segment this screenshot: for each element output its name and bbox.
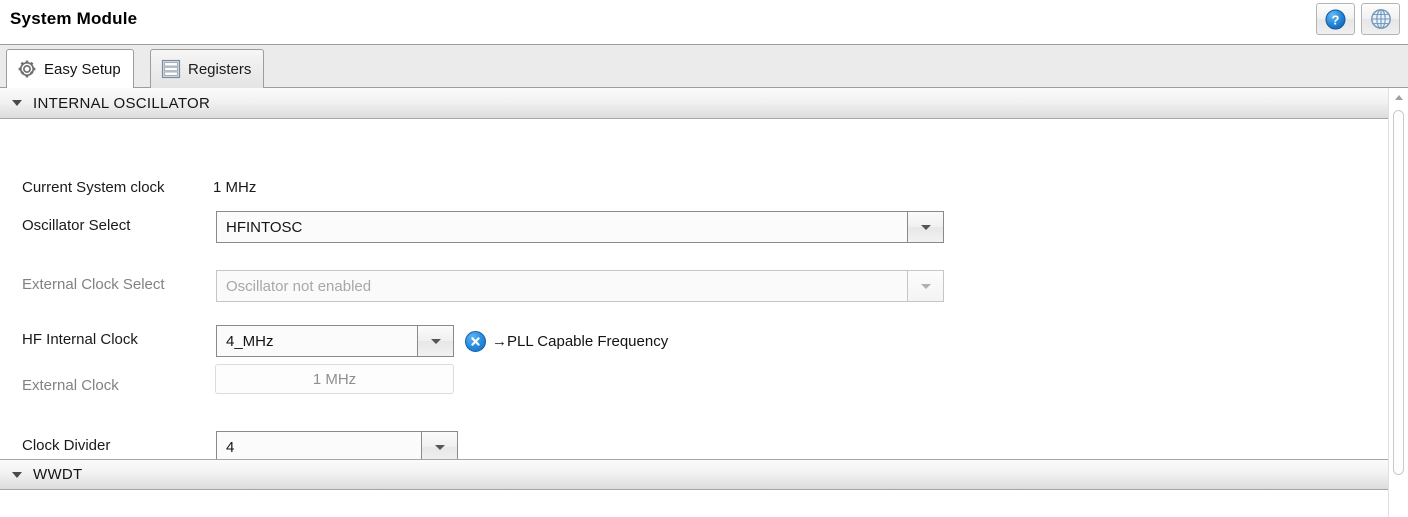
tab-registers[interactable]: Registers — [150, 49, 265, 88]
vertical-scrollbar[interactable] — [1388, 88, 1408, 517]
section-body-internal-oscillator: Current System clock 1 MHz Oscillator Se… — [0, 119, 1408, 463]
pll-capable-note-text: →PLL Capable Frequency — [492, 333, 669, 350]
section-header-internal-oscillator[interactable]: INTERNAL OSCILLATOR — [0, 88, 1408, 119]
close-x-icon — [471, 337, 480, 346]
oscillator-select-arrow[interactable] — [907, 211, 944, 243]
external-clock-value: 1 MHz — [312, 370, 357, 388]
external-clock-select-arrow[interactable] — [907, 270, 944, 302]
chevron-up-icon — [1394, 95, 1403, 100]
section-title-internal-oscillator: INTERNAL OSCILLATOR — [33, 94, 211, 112]
help-icon: ? — [1325, 9, 1346, 29]
external-clock-select-dropdown[interactable]: Oscillator not enabled — [216, 270, 944, 302]
scrollbar-thumb[interactable] — [1393, 110, 1404, 475]
label-clock-divider: Clock Divider — [22, 437, 111, 454]
chevron-down-icon — [434, 444, 445, 450]
registers-icon — [161, 59, 181, 79]
tab-easy-setup[interactable]: Easy Setup — [6, 49, 134, 88]
hf-internal-clock-arrow[interactable] — [417, 325, 454, 357]
oscillator-select-value: HFINTOSC — [216, 211, 907, 243]
external-clock-readonly-field: 1 MHz — [215, 364, 454, 394]
section-header-wwdt[interactable]: WWDT — [0, 459, 1408, 490]
label-hf-internal-clock: HF Internal Clock — [22, 331, 138, 348]
hf-internal-clock-dropdown[interactable]: 4_MHz — [216, 325, 454, 357]
settings-content-pane: INTERNAL OSCILLATOR Current System clock… — [0, 88, 1408, 517]
window-titlebar: System Module ? — [0, 0, 1408, 43]
tab-strip: Easy Setup Registers — [0, 44, 1408, 88]
chevron-down-icon — [12, 100, 22, 106]
chevron-down-icon — [920, 224, 931, 230]
scroll-up-button[interactable] — [1389, 88, 1408, 107]
value-current-system-clock: 1 MHz — [213, 179, 257, 196]
external-clock-select-value: Oscillator not enabled — [216, 270, 907, 302]
page-title: System Module — [10, 9, 138, 28]
oscillator-select-dropdown[interactable]: HFINTOSC — [216, 211, 944, 243]
hf-internal-clock-value: 4_MHz — [216, 325, 417, 357]
titlebar-button-group: ? — [1316, 3, 1400, 35]
chevron-down-icon — [430, 338, 441, 344]
label-external-clock: External Clock — [22, 377, 119, 394]
label-external-clock-select: External Clock Select — [22, 276, 165, 293]
section-body-wwdt — [0, 490, 1408, 516]
tab-label-easy-setup: Easy Setup — [44, 60, 121, 78]
label-current-system-clock: Current System clock — [22, 179, 165, 196]
blue-x-badge-icon[interactable] — [465, 331, 486, 352]
section-title-wwdt: WWDT — [33, 466, 83, 483]
globe-icon — [1370, 9, 1391, 29]
help-button[interactable]: ? — [1316, 3, 1355, 35]
svg-text:?: ? — [1332, 12, 1340, 27]
chevron-down-icon — [920, 283, 931, 289]
label-oscillator-select: Oscillator Select — [22, 217, 131, 234]
globe-button[interactable] — [1361, 3, 1400, 35]
gear-icon — [18, 60, 36, 78]
pll-capable-note: →PLL Capable Frequency — [465, 331, 668, 352]
tab-label-registers: Registers — [188, 60, 252, 78]
chevron-down-icon — [12, 471, 22, 478]
